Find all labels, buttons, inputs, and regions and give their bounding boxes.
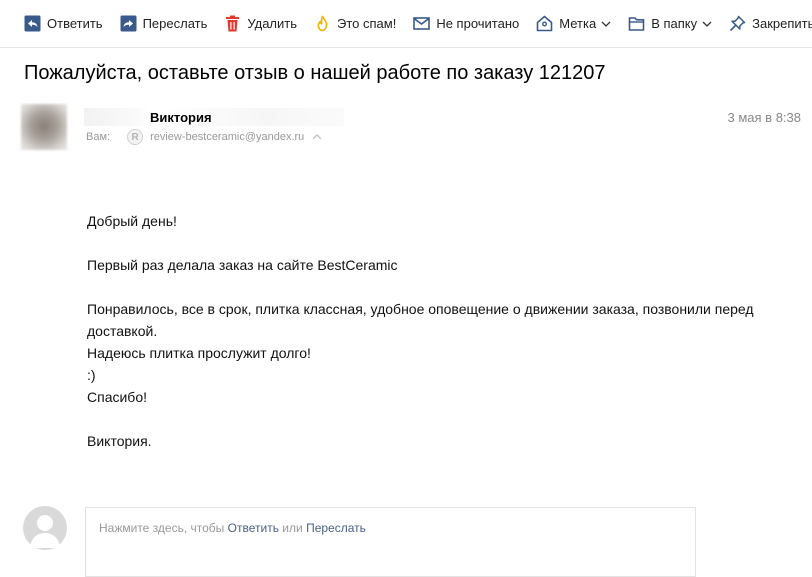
forward-label: Переслать — [142, 16, 208, 31]
folder-label: В папку — [651, 16, 698, 31]
reply-icon — [24, 15, 41, 32]
quick-reply-or: или — [282, 521, 303, 535]
chevron-up-icon[interactable] — [312, 134, 322, 140]
message-body: Добрый день! Первый раз делала заказ на … — [87, 210, 787, 452]
trash-icon — [224, 15, 241, 32]
reply-button[interactable]: Ответить — [24, 0, 103, 47]
thumbs-down-icon — [314, 15, 331, 32]
spam-button[interactable]: Это спам! — [314, 0, 397, 47]
recipient-avatar-icon: R — [127, 129, 144, 145]
folder-icon — [628, 15, 645, 32]
tag-dropdown[interactable]: Метка — [536, 0, 611, 47]
forward-icon — [120, 15, 137, 32]
delete-button[interactable]: Удалить — [224, 0, 298, 47]
delete-label: Удалить — [247, 16, 298, 31]
body-greeting: Добрый день! — [87, 213, 177, 229]
message-date: 3 мая в 8:38 — [727, 110, 801, 125]
tag-icon — [536, 15, 553, 32]
sender-avatar — [21, 104, 67, 150]
pin-button[interactable]: Закрепить — [729, 0, 812, 47]
body-paragraph: Первый раз делала заказ на сайте BestCer… — [87, 257, 398, 273]
mark-unread-button[interactable]: Не прочитано — [413, 0, 520, 47]
sender-name[interactable]: Виктория — [150, 110, 212, 125]
envelope-icon — [413, 15, 431, 32]
user-avatar — [23, 506, 67, 550]
recipient-line: Вам: R review-bestceramic@yandex.ru — [86, 129, 322, 145]
body-paragraph: :) — [87, 367, 96, 383]
tag-label: Метка — [559, 16, 597, 31]
pin-icon — [729, 15, 746, 32]
quick-reply-prefix: Нажмите здесь, чтобы — [99, 521, 225, 535]
recipient-label: Вам: — [86, 131, 111, 143]
reply-label: Ответить — [47, 16, 103, 31]
recipient-address[interactable]: review-bestceramic@yandex.ru — [150, 131, 304, 143]
unread-label: Не прочитано — [436, 16, 520, 31]
body-paragraph: Надеюсь плитка прослужит долго! — [87, 345, 311, 361]
body-paragraph: Понравилось, все в срок, плитка классная… — [87, 301, 754, 339]
quick-reply-box[interactable] — [85, 507, 696, 577]
body-signature: Виктория. — [87, 433, 152, 449]
forward-button[interactable]: Переслать — [120, 0, 208, 47]
move-to-folder-dropdown[interactable]: В папку — [628, 0, 712, 47]
chevron-down-icon — [601, 21, 611, 27]
message-subject: Пожалуйста, оставьте отзыв о нашей работ… — [24, 62, 606, 84]
chevron-down-icon — [702, 21, 712, 27]
body-paragraph: Спасибо! — [87, 389, 147, 405]
quick-reply-link[interactable]: Ответить — [228, 521, 279, 535]
spam-label: Это спам! — [337, 16, 397, 31]
quick-reply-hint: Нажмите здесь, чтобы Ответить или Пересл… — [99, 521, 366, 535]
pin-label: Закрепить — [752, 16, 812, 31]
redacted-sender-name — [84, 108, 344, 126]
message-toolbar: Ответить Переслать Удалить Это спам! Не … — [0, 0, 812, 48]
quick-forward-link[interactable]: Переслать — [306, 521, 366, 535]
